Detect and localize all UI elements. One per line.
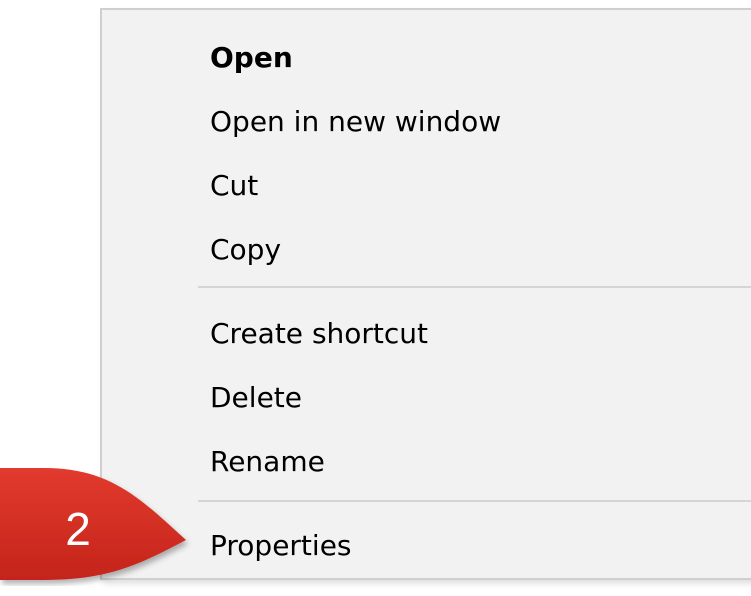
menu-separator (198, 500, 751, 502)
menu-item-delete[interactable]: Delete (102, 368, 751, 428)
menu-separator (198, 286, 751, 288)
callout-number: 2 (65, 503, 91, 555)
menu-item-create-shortcut[interactable]: Create shortcut (102, 304, 751, 364)
menu-item-open[interactable]: Open (102, 28, 751, 88)
menu-item-cut[interactable]: Cut (102, 156, 751, 216)
step-callout-badge: 2 (0, 468, 200, 586)
menu-item-copy[interactable]: Copy (102, 220, 751, 280)
menu-item-open-in-new-window[interactable]: Open in new window (102, 92, 751, 152)
